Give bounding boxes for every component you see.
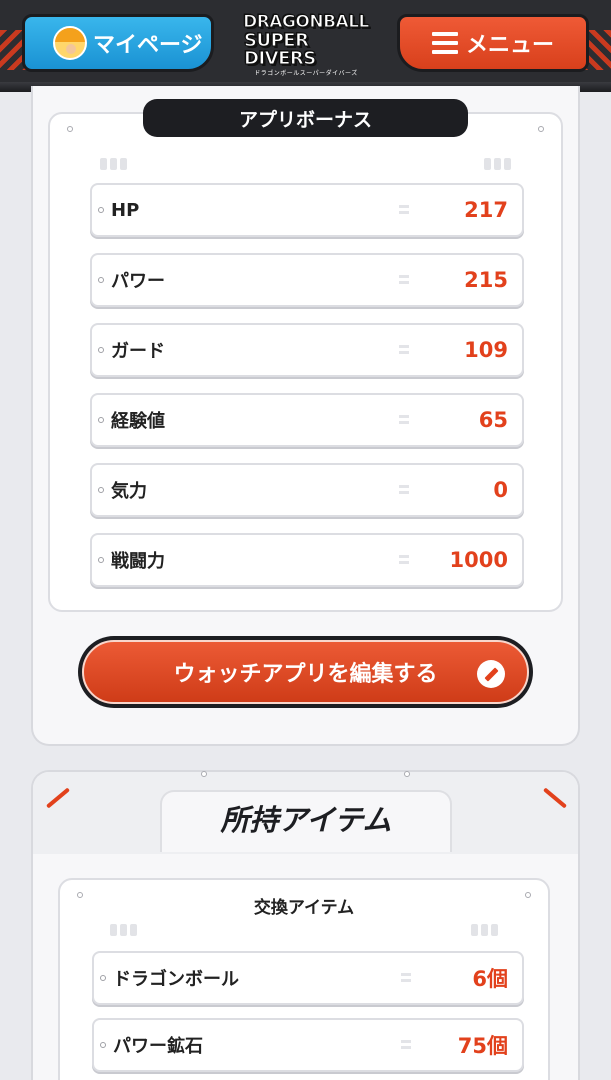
decor-dots — [110, 924, 137, 936]
menu-button[interactable]: メニュー — [397, 14, 589, 72]
game-logo[interactable]: DRAGONBALL SUPER DIVERS ドラゴンボールスーパーダイバーズ — [243, 11, 370, 77]
equals-icon — [401, 1040, 411, 1050]
exchange-items-title: 交換アイテム — [253, 898, 355, 918]
stat-row-exp: 経験値 65 — [90, 393, 524, 447]
menu-label: メニュー — [465, 33, 554, 58]
stat-row-guard: ガード 109 — [90, 323, 524, 377]
stat-label: 経験値 — [111, 411, 165, 432]
mypage-button[interactable]: マイページ — [22, 14, 214, 72]
stat-value: 215 — [464, 268, 508, 292]
stat-row-hp: HP 217 — [90, 183, 524, 237]
item-label: パワー鉱石 — [113, 1036, 203, 1057]
stat-value: 1000 — [449, 548, 508, 572]
equals-icon — [401, 973, 411, 983]
decor-dots — [484, 158, 511, 170]
equals-icon — [399, 205, 409, 215]
logo-line2: SUPER DIVERS — [244, 29, 317, 69]
equals-icon — [399, 415, 409, 425]
mypage-label: マイページ — [93, 33, 203, 58]
stat-label: 戦闘力 — [111, 551, 165, 572]
corner-dot — [404, 771, 410, 777]
stat-label: 気力 — [111, 481, 147, 502]
stat-value: 109 — [464, 338, 508, 362]
corner-dot — [538, 126, 544, 132]
equals-icon — [399, 485, 409, 495]
hamburger-icon — [431, 32, 458, 54]
item-row-power-ore: パワー鉱石 75個 — [92, 1018, 524, 1072]
logo-subtitle: ドラゴンボールスーパーダイバーズ — [254, 69, 358, 77]
decor-dots — [100, 158, 127, 170]
app-bonus-title: アプリボーナス — [143, 99, 468, 137]
stat-row-battle-power: 戦闘力 1000 — [90, 533, 524, 587]
logo-line1: DRAGONBALL — [243, 11, 370, 32]
avatar-icon — [53, 26, 87, 60]
equals-icon — [399, 275, 409, 285]
stat-value: 217 — [464, 198, 508, 222]
pencil-icon — [477, 660, 505, 688]
decor-dots — [471, 924, 498, 936]
item-count: 6個 — [472, 967, 508, 991]
corner-dot — [201, 771, 207, 777]
item-row-dragonball: ドラゴンボール 6個 — [92, 951, 524, 1005]
stat-row-ki: 気力 0 — [90, 463, 524, 517]
edit-watch-app-button[interactable]: ウォッチアプリを編集する — [78, 636, 533, 708]
stat-label: HP — [111, 199, 140, 221]
stat-row-power: パワー 215 — [90, 253, 524, 307]
stat-value: 65 — [478, 408, 508, 432]
equals-icon — [399, 345, 409, 355]
item-label: ドラゴンボール — [113, 969, 239, 990]
equals-icon — [399, 555, 409, 565]
stat-label: パワー — [111, 271, 165, 292]
stat-value: 0 — [493, 478, 508, 502]
edit-button-label: ウォッチアプリを編集する — [173, 662, 438, 687]
stat-label: ガード — [111, 341, 165, 362]
item-count: 75個 — [457, 1034, 508, 1058]
top-header: マイページ DRAGONBALL SUPER DIVERS ドラゴンボールスーパ… — [0, 0, 611, 92]
owned-items-title: 所持アイテム — [220, 803, 392, 837]
corner-dot — [67, 126, 73, 132]
